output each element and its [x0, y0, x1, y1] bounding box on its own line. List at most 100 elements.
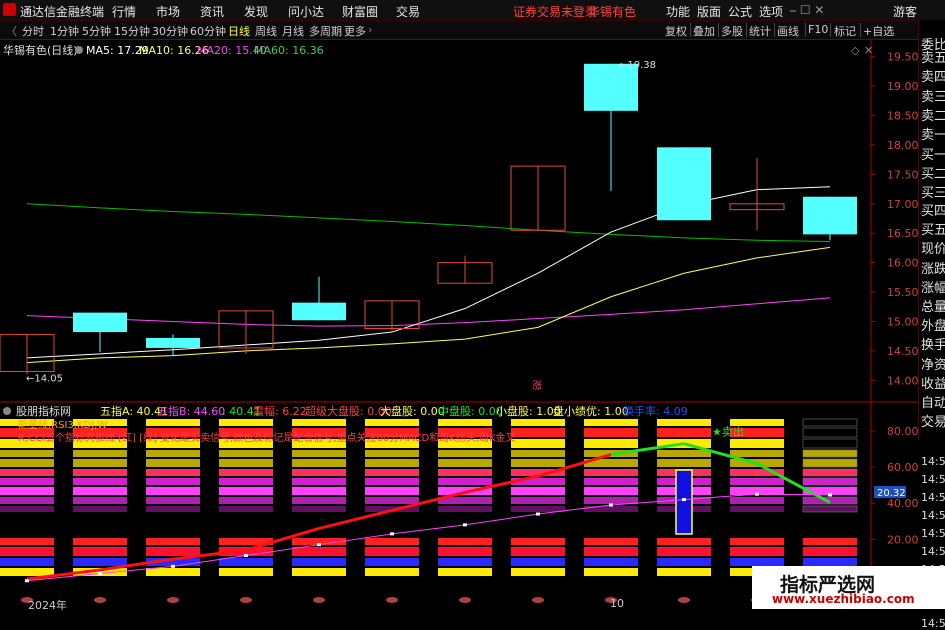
indicator-band-block [292, 506, 346, 512]
side-panel-item[interactable]: 涨跌 [921, 258, 945, 277]
guest-user[interactable]: 游客 [893, 3, 917, 20]
date-marker [240, 597, 252, 603]
period-more[interactable]: 更多 [344, 23, 366, 39]
side-panel-item[interactable]: 换手 [921, 334, 945, 353]
side-panel-item[interactable]: 卖一 [921, 124, 945, 143]
candle-body [73, 312, 127, 333]
side-panel-item[interactable]: 买五 [921, 219, 945, 238]
indicator-band-block [146, 459, 200, 467]
indicator-band-block [657, 428, 711, 437]
side-panel-item[interactable]: 净资 [921, 354, 945, 373]
period-toolbar: 〈 分时 1分钟 5分钟 15分钟 30分钟 60分钟 日线 周线 月线 多周期… [0, 21, 945, 40]
indicator-band-block [584, 469, 638, 476]
watermark-logo: 指标严选网 www.xuezhibiao.com [752, 566, 945, 609]
indicator-band-block [657, 568, 711, 576]
indicator-band-block [802, 418, 858, 427]
menu-item-quotes[interactable]: 行情 [112, 3, 136, 20]
candle-body [803, 196, 857, 235]
btn-multi-stock[interactable]: 多股 [721, 23, 743, 39]
period-60min[interactable]: 60分钟 [190, 23, 226, 39]
price-tick-label: 17.00 [887, 198, 919, 211]
side-panel-item[interactable]: 外盘 [921, 315, 945, 334]
menu-item-news[interactable]: 资讯 [200, 3, 224, 20]
mid-cap-legend: 中盘股: 0.00 [438, 404, 503, 418]
login-status[interactable]: 证券交易未登录 [513, 3, 597, 20]
indicator-band-block [511, 487, 565, 495]
more-arrow-icon[interactable]: › [368, 23, 372, 36]
menu-item-wealth[interactable]: 财富圈 [342, 3, 378, 20]
btn-adjust[interactable]: 复权 [665, 23, 687, 39]
indicator-band-block [0, 506, 54, 512]
btn-overlay[interactable]: 叠加 [693, 23, 715, 39]
series-b-point [828, 493, 832, 497]
btn-add-watch[interactable]: +自选 [863, 23, 894, 39]
side-panel-item[interactable]: 涨幅 [921, 277, 945, 296]
menu-item-options[interactable]: 选项 [759, 3, 783, 20]
menu-item-ask[interactable]: 问小达 [288, 3, 324, 20]
menu-item-discover[interactable]: 发现 [244, 3, 268, 20]
side-panel-item[interactable]: 买二 [921, 163, 945, 182]
indicator-band-block [292, 469, 346, 476]
btn-stats[interactable]: 统计 [749, 23, 771, 39]
period-intraday[interactable]: 分时 [22, 23, 44, 39]
series-a-segment [318, 508, 393, 530]
indicator-band-block [803, 558, 857, 566]
five-b-legend: 五指B: 44.60 [157, 404, 225, 418]
btn-draw[interactable]: 画线 [777, 23, 799, 39]
side-panel-item[interactable]: 买一 [921, 144, 945, 163]
btn-f10[interactable]: F10 [808, 23, 828, 36]
indicator-band-block [365, 547, 419, 556]
expand-icon[interactable]: 〈 [6, 23, 17, 39]
candle-body [146, 337, 200, 348]
menu-item-layout[interactable]: 版面 [697, 3, 721, 20]
menu-item-market[interactable]: 市场 [156, 3, 180, 20]
trade-time-item: 14:5 [921, 617, 945, 630]
menu-item-trade[interactable]: 交易 [396, 3, 420, 20]
period-1min[interactable]: 1分钟 [50, 23, 79, 39]
indicator-band-block [511, 439, 565, 448]
indicator-band-block [0, 568, 54, 576]
side-panel-item[interactable]: 卖四 [921, 66, 945, 85]
side-panel-item[interactable]: 卖二 [921, 105, 945, 124]
side-panel-item[interactable]: 买三 [921, 182, 945, 201]
indicator-band-block [365, 459, 419, 467]
indicator-band-block [292, 547, 346, 556]
series-b-point [25, 579, 29, 583]
stock-chart[interactable]: 14.00 14.50 15.00 15.50 16.00 16.50 17.00 17.50… [0, 40, 945, 609]
period-daily[interactable]: 日线 [228, 23, 250, 39]
period-15min[interactable]: 15分钟 [114, 23, 150, 39]
indicator-band-block [219, 419, 273, 426]
indicator-band-block [292, 568, 346, 576]
side-panel-item[interactable]: 买四 [921, 200, 945, 219]
indicator-band-block [73, 478, 127, 485]
close-panel-icon: ✕ [864, 44, 873, 57]
period-monthly[interactable]: 月线 [282, 23, 304, 39]
indicator-band-block [0, 459, 54, 467]
menu-item-formula[interactable]: 公式 [728, 3, 752, 20]
side-panel-item[interactable]: 自动 [921, 392, 945, 411]
side-panel-item[interactable]: 现价 [921, 238, 945, 257]
period-5min[interactable]: 5分钟 [82, 23, 111, 39]
series-b-point [317, 543, 321, 547]
period-weekly[interactable]: 周线 [255, 23, 277, 39]
side-panel-item[interactable]: 收益 [921, 373, 945, 392]
period-multi[interactable]: 多周期 [309, 23, 342, 39]
side-panel-item[interactable]: 交易 [921, 411, 945, 430]
menu-item-function[interactable]: 功能 [666, 3, 690, 20]
indicator-band-block [365, 450, 419, 457]
indicator-band-block [219, 497, 273, 504]
indicator-band-block [511, 558, 565, 566]
indicator-desc-1: 能量线,RSI3,KDJ,W [18, 418, 107, 431]
indicator-band-block [219, 469, 273, 476]
top-menu-bar: 通达信金融终端 行情 市场 资讯 发现 问小达 财富圈 交易 证券交易未登录 华… [0, 0, 945, 21]
side-panel-item[interactable]: 卖三 [921, 86, 945, 105]
date-marker [678, 597, 690, 603]
indicator-band-block [73, 538, 127, 545]
window-controls[interactable]: ⎯ ☐ ✕ [790, 3, 824, 18]
period-30min[interactable]: 30分钟 [152, 23, 188, 39]
side-panel-item[interactable]: 卖五 [921, 47, 945, 66]
price-tick-label: 16.50 [887, 227, 919, 240]
diamond-icon: ◇ [851, 44, 860, 57]
btn-mark[interactable]: 标记 [834, 23, 856, 39]
side-panel-item[interactable]: 总量 [921, 296, 945, 315]
